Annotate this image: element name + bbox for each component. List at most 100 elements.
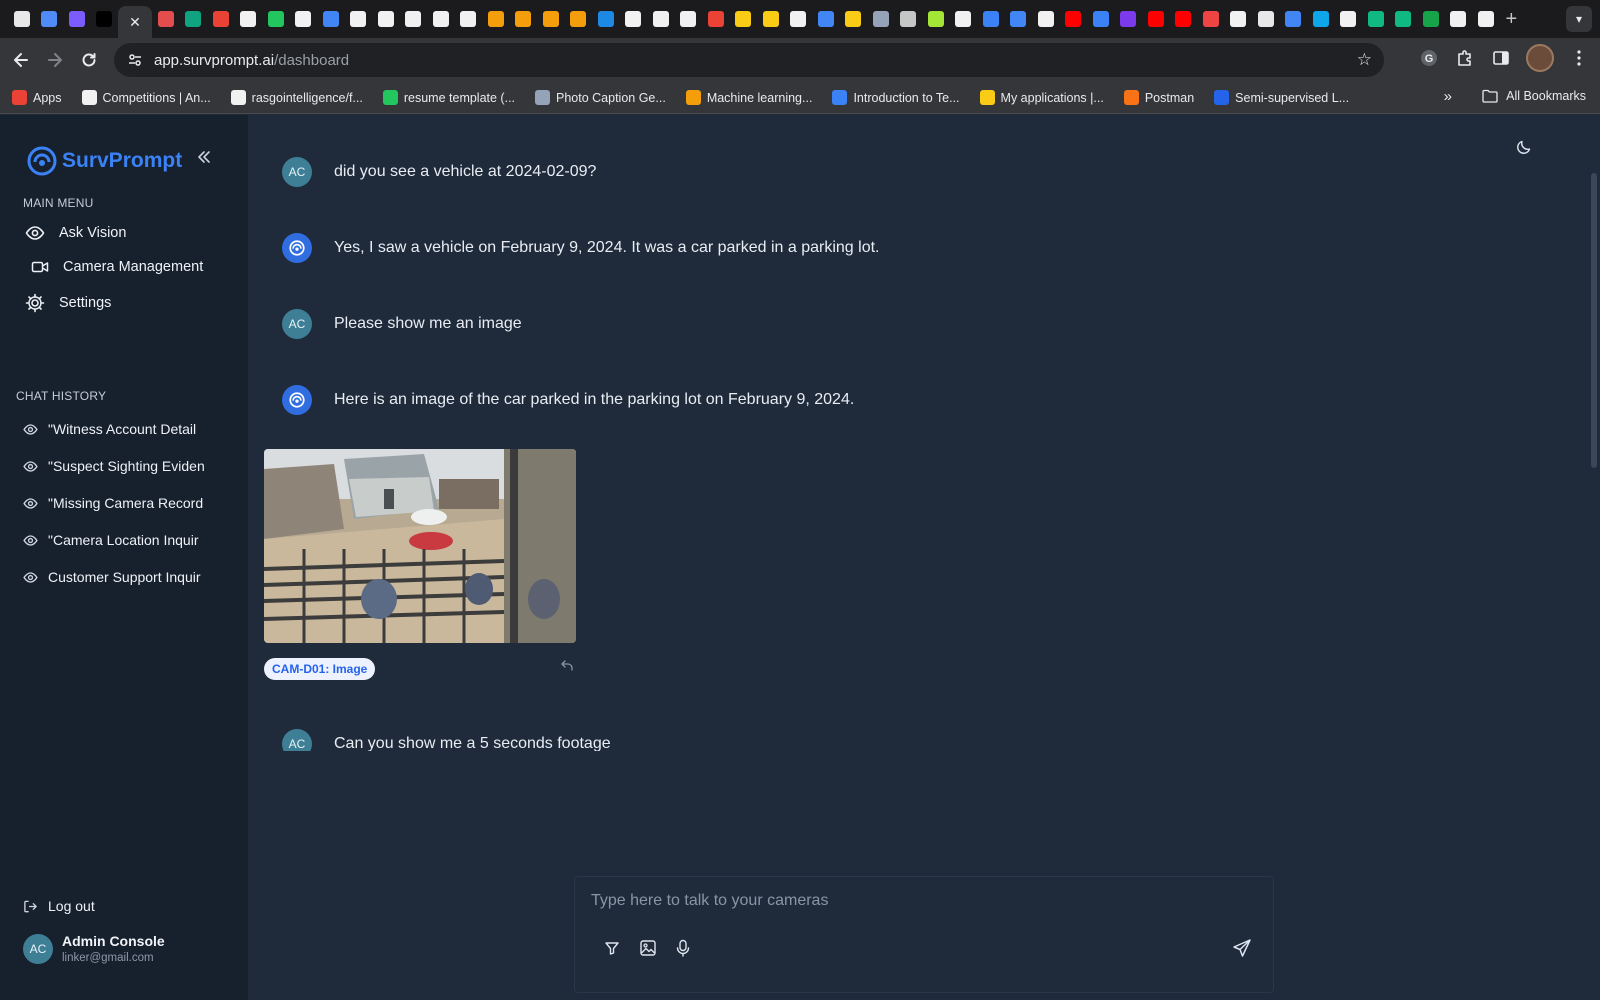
tab-search-button[interactable]: ▾	[1566, 6, 1592, 32]
browser-tab[interactable]	[235, 5, 263, 33]
browser-tab[interactable]	[1472, 5, 1500, 33]
browser-tab[interactable]	[592, 5, 620, 33]
browser-tab[interactable]	[647, 5, 675, 33]
user-profile[interactable]: AC Admin Console linker@gmail.com	[23, 933, 165, 964]
browser-tab[interactable]	[317, 5, 345, 33]
browser-tab[interactable]	[36, 5, 64, 33]
bookmark-item[interactable]: Photo Caption Ge...	[535, 90, 666, 105]
side-panel-icon[interactable]	[1490, 47, 1512, 69]
bookmark-item[interactable]: My applications |...	[979, 90, 1104, 105]
browser-tab[interactable]	[427, 5, 455, 33]
browser-tab[interactable]	[1170, 5, 1198, 33]
browser-tab[interactable]	[730, 5, 758, 33]
browser-tab[interactable]	[1225, 5, 1253, 33]
close-tab-icon[interactable]: ✕	[129, 14, 141, 31]
browser-tab[interactable]	[620, 5, 648, 33]
browser-tab[interactable]	[1335, 5, 1363, 33]
browser-tab[interactable]	[482, 5, 510, 33]
filter-button[interactable]	[601, 937, 623, 959]
browser-tab[interactable]	[1142, 5, 1170, 33]
browser-tab[interactable]	[152, 5, 180, 33]
bookmark-star-icon[interactable]: ☆	[1357, 50, 1372, 70]
grammarly-extension-icon[interactable]: G	[1418, 47, 1440, 69]
camera-snapshot-image[interactable]	[264, 449, 576, 643]
extensions-puzzle-icon[interactable]	[1454, 47, 1476, 69]
more-bookmarks-icon[interactable]: »	[1444, 88, 1452, 105]
browser-tab[interactable]	[345, 5, 373, 33]
browser-tab[interactable]	[785, 5, 813, 33]
profile-avatar[interactable]	[1526, 44, 1554, 72]
browser-tab[interactable]	[1060, 5, 1088, 33]
bookmark-item[interactable]: resume template (...	[382, 90, 515, 105]
chat-input[interactable]	[591, 889, 1251, 913]
menu-item-camera-management[interactable]: Camera Management	[31, 258, 203, 276]
menu-item-ask-vision[interactable]: Ask Vision	[25, 223, 126, 243]
browser-tab[interactable]	[1445, 5, 1473, 33]
camera-source-badge[interactable]: CAM-D01: Image	[264, 658, 376, 680]
browser-tab[interactable]	[1087, 5, 1115, 33]
address-bar[interactable]: app.survprompt.ai/dashboard ☆	[114, 43, 1384, 77]
bookmark-item[interactable]: Machine learning...	[685, 90, 812, 105]
bookmark-item[interactable]: Competitions | An...	[81, 90, 211, 105]
browser-tab[interactable]	[91, 5, 119, 33]
browser-tab-active[interactable]: ✕	[118, 6, 152, 38]
browser-tab[interactable]	[1417, 5, 1445, 33]
browser-tab[interactable]	[895, 5, 923, 33]
browser-tab[interactable]	[400, 5, 428, 33]
menu-item-settings[interactable]: Settings	[25, 293, 111, 313]
browser-tab[interactable]	[1197, 5, 1225, 33]
browser-menu-icon[interactable]	[1568, 47, 1590, 69]
browser-tab[interactable]	[372, 5, 400, 33]
browser-tab[interactable]	[290, 5, 318, 33]
browser-tab[interactable]	[840, 5, 868, 33]
chat-scrollbar[interactable]	[1591, 173, 1597, 468]
send-button[interactable]	[1231, 937, 1253, 959]
browser-tab[interactable]	[1307, 5, 1335, 33]
bookmark-item[interactable]: rasgointelligence/f...	[230, 90, 363, 105]
collapse-sidebar-button[interactable]	[196, 149, 212, 170]
browser-tab[interactable]	[8, 5, 36, 33]
browser-tab[interactable]	[977, 5, 1005, 33]
browser-tab[interactable]	[757, 5, 785, 33]
history-item[interactable]: "Witness Account Detail	[23, 421, 233, 437]
history-item[interactable]: "Missing Camera Record	[23, 495, 233, 511]
history-item[interactable]: "Suspect Sighting Eviden	[23, 458, 233, 474]
browser-tab[interactable]	[63, 5, 91, 33]
browser-tab[interactable]	[812, 5, 840, 33]
browser-tab[interactable]	[207, 5, 235, 33]
browser-tab[interactable]	[675, 5, 703, 33]
browser-tab[interactable]	[702, 5, 730, 33]
bookmark-item[interactable]: Semi-supervised L...	[1214, 90, 1349, 105]
back-button[interactable]	[4, 43, 38, 77]
reply-button[interactable]	[560, 659, 574, 676]
bookmark-item[interactable]: Introduction to Te...	[832, 90, 960, 105]
bookmark-item[interactable]: Postman	[1123, 90, 1194, 105]
forward-button[interactable]	[38, 43, 72, 77]
browser-tab[interactable]	[922, 5, 950, 33]
browser-tab[interactable]	[1390, 5, 1418, 33]
browser-tab[interactable]	[455, 5, 483, 33]
browser-tab[interactable]	[1032, 5, 1060, 33]
new-tab-icon[interactable]: +	[1506, 8, 1518, 31]
history-item[interactable]: Customer Support Inquir	[23, 569, 233, 585]
browser-tab[interactable]	[180, 5, 208, 33]
browser-tab[interactable]	[262, 5, 290, 33]
browser-tab[interactable]	[1362, 5, 1390, 33]
browser-tab[interactable]	[950, 5, 978, 33]
browser-tab[interactable]	[1005, 5, 1033, 33]
attach-image-button[interactable]	[637, 937, 659, 959]
browser-tab[interactable]	[537, 5, 565, 33]
history-item[interactable]: "Camera Location Inquir	[23, 532, 233, 548]
site-info-icon[interactable]	[124, 49, 146, 71]
all-bookmarks-button[interactable]: All Bookmarks	[1482, 89, 1586, 103]
browser-tab[interactable]	[1280, 5, 1308, 33]
browser-tab[interactable]	[565, 5, 593, 33]
brand-logo[interactable]: SurvPrompt	[26, 145, 182, 177]
browser-tab[interactable]	[1115, 5, 1143, 33]
browser-tab[interactable]	[867, 5, 895, 33]
browser-tab[interactable]	[510, 5, 538, 33]
bookmark-item[interactable]: Apps	[12, 90, 62, 105]
browser-tab[interactable]	[1252, 5, 1280, 33]
logout-button[interactable]: Log out	[23, 898, 95, 914]
microphone-button[interactable]	[672, 937, 694, 959]
